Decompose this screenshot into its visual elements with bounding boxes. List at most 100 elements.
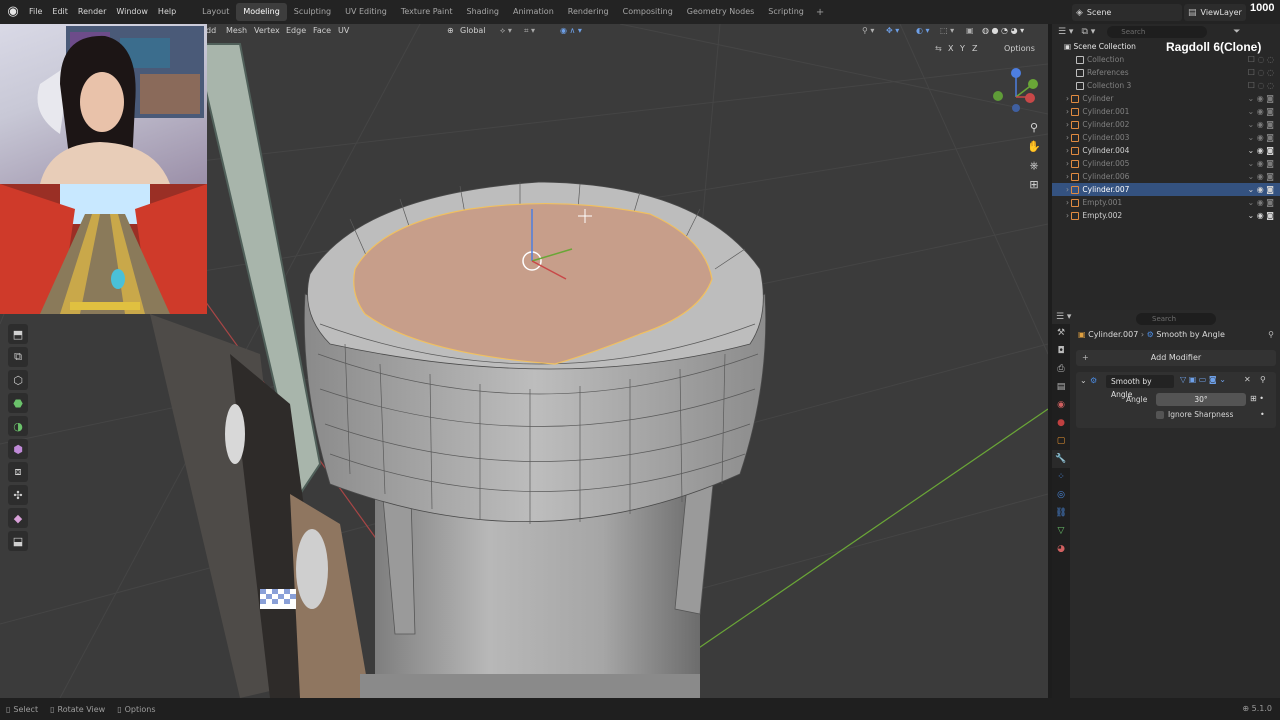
blender-logo-icon[interactable]: ◉ bbox=[4, 3, 22, 21]
data-tab-icon[interactable]: ▽ bbox=[1052, 522, 1070, 540]
outliner-row-cylinder-004[interactable]: › Cylinder.004 ⌄ ◉ ◙ bbox=[1052, 144, 1280, 157]
tool-extrude-icon[interactable]: ⬒ bbox=[8, 324, 28, 344]
material-tab-icon[interactable]: ◕ bbox=[1052, 540, 1070, 558]
ignore-sharpness-checkbox[interactable] bbox=[1156, 411, 1164, 419]
tab-modeling[interactable]: Modeling bbox=[236, 3, 287, 21]
outliner-row-collection-3[interactable]: Collection 3 ☐ ◌ ◌ bbox=[1052, 79, 1280, 92]
modifier-name-field[interactable]: Smooth by Angle bbox=[1106, 375, 1174, 399]
overlay-toggle-icon[interactable]: ◐ ▾ bbox=[916, 26, 930, 35]
exclude-checkbox-icon[interactable]: ☐ ◌ ◌ bbox=[1248, 66, 1274, 79]
navigation-gizmo[interactable] bbox=[993, 68, 1038, 112]
add-workspace-button[interactable]: + bbox=[811, 7, 829, 18]
visibility-eye-icon[interactable]: ⌄ ◉ ◙ bbox=[1247, 105, 1274, 118]
angle-input[interactable]: 30° bbox=[1156, 393, 1246, 406]
tool-poly-build-icon[interactable]: ⬢ bbox=[8, 439, 28, 459]
perspective-grid-icon[interactable]: ⊞ bbox=[1026, 177, 1042, 193]
visibility-eye-icon[interactable]: ⌄ ◉ ◙ bbox=[1247, 183, 1274, 196]
axis-y-toggle[interactable]: Y bbox=[960, 44, 965, 53]
outliner-row-collection[interactable]: Collection ☐ ◌ ◌ bbox=[1052, 53, 1280, 66]
shading-modes-icon[interactable]: ◍ ● ◔ ◕ ▾ bbox=[982, 26, 1024, 35]
tab-uv-editing[interactable]: UV Editing bbox=[338, 3, 394, 21]
gizmo-toggle-icon[interactable]: ✥ ▾ bbox=[886, 26, 899, 35]
view-layer-tab-icon[interactable]: ▤ bbox=[1052, 378, 1070, 396]
add-modifier-button[interactable]: + Add Modifier bbox=[1076, 350, 1276, 366]
tab-texture-paint[interactable]: Texture Paint bbox=[394, 3, 460, 21]
visibility-eye-icon[interactable]: ⌄ ◉ ◙ bbox=[1247, 92, 1274, 105]
outliner-row-empty-002[interactable]: › Empty.002 ⌄ ◉ ◙ bbox=[1052, 209, 1280, 222]
visibility-eye-icon[interactable]: ⌄ ◉ ◙ bbox=[1247, 196, 1274, 209]
tab-layout[interactable]: Layout bbox=[195, 3, 236, 21]
outliner-row-empty-001[interactable]: › Empty.001 ⌄ ◉ ◙ bbox=[1052, 196, 1280, 209]
pivot-icon[interactable]: ⟡ ▾ bbox=[500, 26, 512, 36]
zoom-icon[interactable]: ⚲ bbox=[1026, 120, 1042, 136]
camera-view-icon[interactable]: ⎈ bbox=[1026, 158, 1042, 174]
header-menu-mesh[interactable]: Mesh bbox=[226, 26, 247, 35]
options-dropdown[interactable]: Options bbox=[1004, 44, 1035, 53]
outliner-editor-type-icon[interactable]: ☰ ▾ bbox=[1058, 27, 1073, 37]
axis-x-toggle[interactable]: X bbox=[948, 44, 953, 53]
tab-shading[interactable]: Shading bbox=[459, 3, 506, 21]
collapse-chevron-icon[interactable]: ⌄ bbox=[1080, 376, 1087, 385]
outliner-row-cylinder-001[interactable]: › Cylinder.001 ⌄ ◉ ◙ bbox=[1052, 105, 1280, 118]
tool-tab-icon[interactable]: ⚒ bbox=[1052, 324, 1070, 342]
tool-spin-icon[interactable]: ⧈ bbox=[8, 462, 28, 482]
visibility-eye-icon[interactable]: ⌄ ◉ ◙ bbox=[1247, 209, 1274, 222]
tool-shrink-icon[interactable]: ◆ bbox=[8, 508, 28, 528]
tab-geometry-nodes[interactable]: Geometry Nodes bbox=[680, 3, 761, 21]
properties-editor-type-icon[interactable]: ☰ ▾ bbox=[1056, 312, 1071, 322]
header-menu-vertex[interactable]: Vertex bbox=[254, 26, 280, 35]
header-menu-add[interactable]: dd bbox=[206, 26, 216, 35]
render-tab-icon[interactable]: ◘ bbox=[1052, 342, 1070, 360]
tab-rendering[interactable]: Rendering bbox=[561, 3, 616, 21]
modifier-toggles-icon[interactable]: ▽ ▣ ▭ ◙ ⌄ bbox=[1180, 375, 1226, 384]
visibility-eye-icon[interactable]: ⌄ ◉ ◙ bbox=[1247, 157, 1274, 170]
mesh-edit-overlay-icon[interactable]: ⬚ ▾ bbox=[940, 26, 954, 35]
properties-search-input[interactable]: Search bbox=[1136, 313, 1216, 325]
visibility-eye-icon[interactable]: ⌄ ◉ ◙ bbox=[1247, 118, 1274, 131]
visibility-eye-icon[interactable]: ⌄ ◉ ◙ bbox=[1247, 131, 1274, 144]
outliner-row-cylinder-006[interactable]: › Cylinder.006 ⌄ ◉ ◙ bbox=[1052, 170, 1280, 183]
exclude-checkbox-icon[interactable]: ☐ ◌ ◌ bbox=[1248, 53, 1274, 66]
header-menu-face[interactable]: Face bbox=[313, 26, 331, 35]
outliner-row-cylinder-007[interactable]: › Cylinder.007 ⌄ ◉ ◙ bbox=[1052, 183, 1280, 196]
tool-rip-icon[interactable]: ⬓ bbox=[8, 531, 28, 551]
outliner-row-cylinder-002[interactable]: › Cylinder.002 ⌄ ◉ ◙ bbox=[1052, 118, 1280, 131]
menu-file[interactable]: File bbox=[24, 0, 47, 24]
view-layer-selector[interactable]: ▤ ViewLayer bbox=[1184, 4, 1246, 21]
tool-smooth-icon[interactable]: ✣ bbox=[8, 485, 28, 505]
exclude-checkbox-icon[interactable]: ☐ ◌ ◌ bbox=[1248, 79, 1274, 92]
object-tab-icon[interactable]: ▢ bbox=[1052, 432, 1070, 450]
tab-animation[interactable]: Animation bbox=[506, 3, 561, 21]
outliner-row-cylinder[interactable]: › Cylinder ⌄ ◉ ◙ bbox=[1052, 92, 1280, 105]
header-menu-uv[interactable]: UV bbox=[338, 26, 349, 35]
outliner-search-input[interactable]: Search bbox=[1107, 26, 1208, 38]
outliner-row-references[interactable]: References ☐ ◌ ◌ bbox=[1052, 66, 1280, 79]
node-socket-icon[interactable]: ⊞ • bbox=[1250, 394, 1264, 403]
outliner-filter-icon[interactable]: ⏷ bbox=[1233, 27, 1240, 37]
menu-help[interactable]: Help bbox=[153, 0, 181, 24]
tool-inset-icon[interactable]: ⧉ bbox=[8, 347, 28, 367]
menu-window[interactable]: Window bbox=[111, 0, 153, 24]
constraints-tab-icon[interactable]: ⛓ bbox=[1052, 504, 1070, 522]
modifier-tab-icon[interactable]: 🔧 bbox=[1052, 450, 1070, 468]
transform-orientation-dropdown[interactable]: Global bbox=[460, 26, 486, 35]
physics-tab-icon[interactable]: ◎ bbox=[1052, 486, 1070, 504]
tool-knife-icon[interactable]: ◑ bbox=[8, 416, 28, 436]
outliner-row-cylinder-003[interactable]: › Cylinder.003 ⌄ ◉ ◙ bbox=[1052, 131, 1280, 144]
world-tab-icon[interactable]: ● bbox=[1052, 414, 1070, 432]
menu-edit[interactable]: Edit bbox=[47, 0, 73, 24]
visibility-eye-icon[interactable]: ⌄ ◉ ◙ bbox=[1247, 144, 1274, 157]
pan-hand-icon[interactable]: ✋ bbox=[1026, 139, 1042, 155]
xray-icon[interactable]: ▣ bbox=[966, 26, 974, 35]
outliner-display-mode-icon[interactable]: ⧉ ▾ bbox=[1081, 27, 1095, 37]
tab-sculpting[interactable]: Sculpting bbox=[287, 3, 338, 21]
visibility-eye-icon[interactable]: ⌄ ◉ ◙ bbox=[1247, 170, 1274, 183]
tab-compositing[interactable]: Compositing bbox=[616, 3, 680, 21]
output-tab-icon[interactable]: ⎙ bbox=[1052, 360, 1070, 378]
snap-icon[interactable]: ⌗ ▾ bbox=[524, 26, 535, 36]
remove-modifier-icon[interactable]: ✕ bbox=[1244, 375, 1251, 384]
tab-scripting[interactable]: Scripting bbox=[761, 3, 811, 21]
modifier-pin-icon[interactable]: ⚲ bbox=[1260, 375, 1266, 384]
scene-selector[interactable]: ◈ Scene bbox=[1072, 4, 1182, 21]
pin-icon[interactable]: ⚲ bbox=[1268, 330, 1274, 339]
